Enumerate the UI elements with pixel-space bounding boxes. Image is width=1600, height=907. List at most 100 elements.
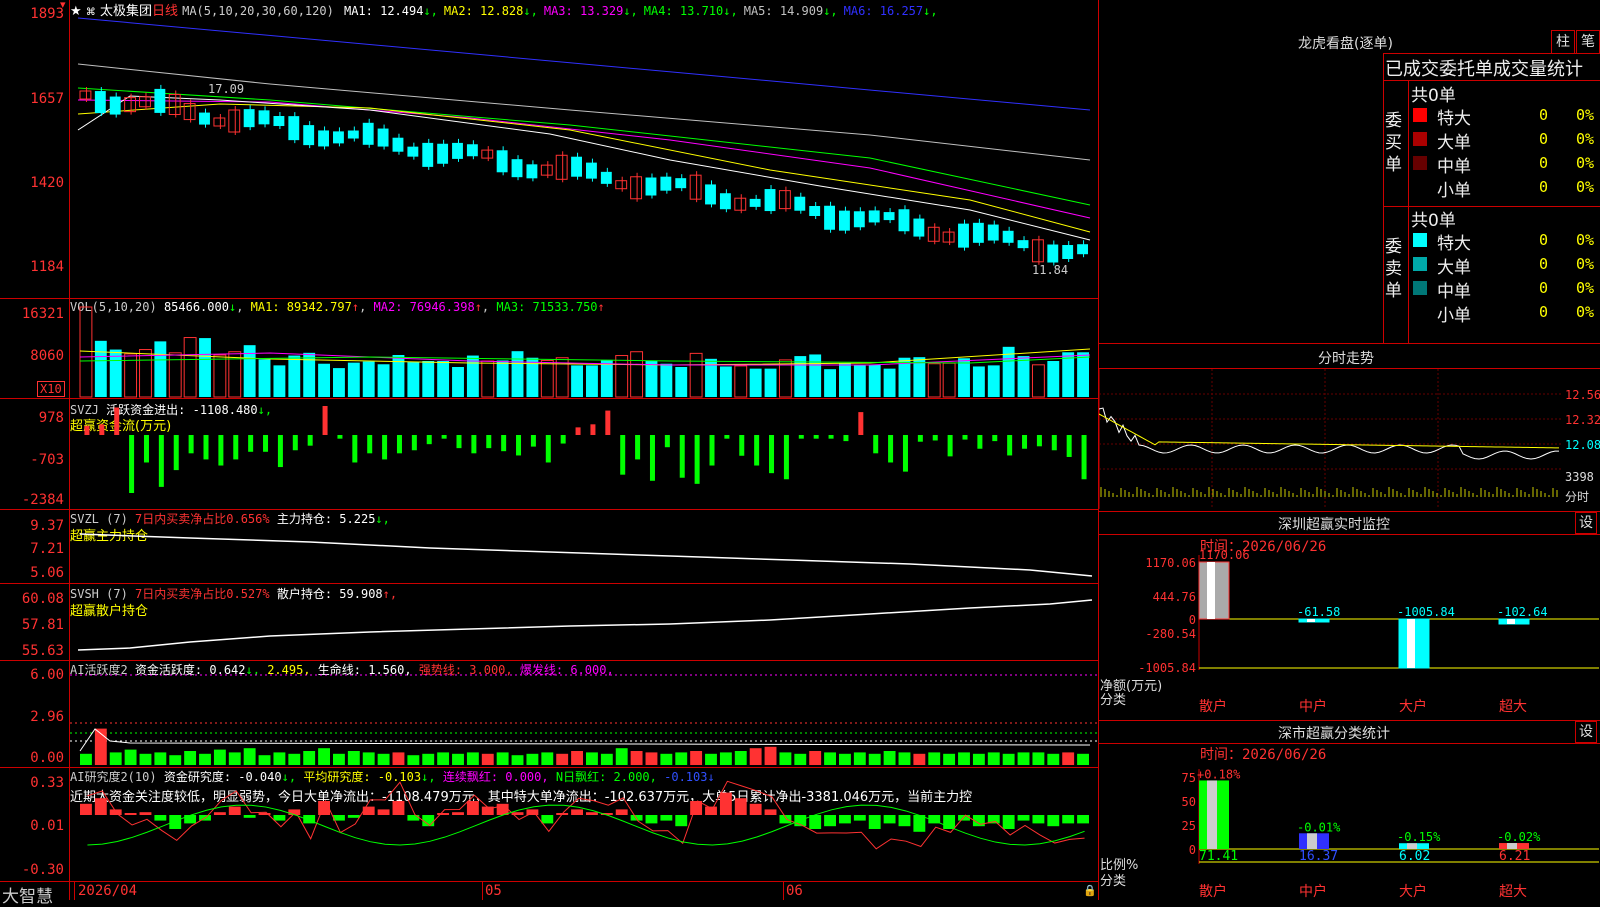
buy-orders-label: 委买单 xyxy=(1385,111,1402,175)
candle-down xyxy=(243,109,255,128)
vol-unit-badge[interactable]: X10 xyxy=(37,381,65,397)
monitor-title: 深圳超赢实时监控 xyxy=(1278,517,1390,533)
order-row: 小单 0 0% xyxy=(1411,176,1600,201)
candle-down xyxy=(913,218,925,237)
fund-flow-bar xyxy=(203,435,209,460)
candle-down xyxy=(1047,244,1059,263)
tick-mode-button[interactable]: 笔 xyxy=(1576,30,1600,54)
research-bar xyxy=(824,815,836,827)
candle-down xyxy=(660,176,672,191)
lock-icon[interactable]: 🔒 xyxy=(1083,884,1097,897)
fund-flow-bar xyxy=(754,435,760,466)
research-bar xyxy=(868,815,881,829)
research-bar xyxy=(749,803,762,815)
fund-flow-bar xyxy=(441,435,447,439)
fund-flow-bar xyxy=(471,435,477,454)
volume-bar xyxy=(452,367,464,397)
volume-bar xyxy=(362,361,375,397)
volume-bar xyxy=(318,363,330,397)
fund-flow-bar xyxy=(873,435,879,454)
main-holding-chart xyxy=(79,533,1093,577)
candle-down xyxy=(452,142,463,159)
volume-bar xyxy=(749,368,762,397)
candle-down xyxy=(94,91,106,114)
monitor-value-label: -61.58 xyxy=(1297,605,1340,619)
class-tick: 25 xyxy=(1182,819,1196,833)
order-row: 中单 0 0% xyxy=(1411,152,1600,177)
activity-bar xyxy=(526,753,539,765)
monitor-bar-highlight xyxy=(1407,619,1415,668)
activity-bar xyxy=(1032,752,1045,765)
fund-flow-bar xyxy=(99,424,105,435)
activity-bar xyxy=(184,751,197,765)
volume-chart xyxy=(79,306,1091,398)
volume-bar xyxy=(824,369,836,397)
fund-flow-bar xyxy=(1022,435,1028,449)
monitor-category: 大户 xyxy=(1399,698,1427,715)
time-label-june: 06 xyxy=(786,883,803,899)
bar-mode-button[interactable]: 柱 xyxy=(1551,30,1575,54)
candle-down xyxy=(586,162,597,179)
candle-down xyxy=(809,205,821,216)
research-bar xyxy=(1077,815,1089,824)
class-pct-label: -0.15% xyxy=(1397,830,1441,844)
fund-flow-bar xyxy=(739,435,745,456)
order-row: 大单 0 0% xyxy=(1411,128,1600,153)
intraday-price-line xyxy=(1099,407,1560,460)
volume-bar xyxy=(615,355,629,398)
activity-bar xyxy=(243,748,256,765)
fund-flow-bar xyxy=(947,435,953,457)
svsh-tick-1: 60.08 xyxy=(21,591,64,607)
order-pct: 0% xyxy=(1576,154,1595,172)
fund-flow-bar xyxy=(575,427,581,435)
fund-flow-bar xyxy=(1051,435,1057,451)
class-bar-highlight xyxy=(1207,780,1217,849)
research-bar xyxy=(630,815,643,821)
sell-total: 共0单 xyxy=(1411,211,1456,231)
volume-bar xyxy=(883,368,896,397)
activity-bar xyxy=(169,755,182,765)
activity-bar xyxy=(719,752,732,765)
order-pct: 0% xyxy=(1576,279,1595,297)
activity-bar xyxy=(318,748,330,765)
intraday-vol: 3398 xyxy=(1565,470,1594,484)
class-settings-button[interactable]: 设 xyxy=(1575,721,1597,743)
monitor-settings-button[interactable]: 设 xyxy=(1575,512,1597,534)
time-tick xyxy=(482,882,483,900)
candle-down xyxy=(154,88,166,113)
activity-bar xyxy=(1077,753,1089,765)
stats-tabs[interactable]: 已成交委托单成交量统计 xyxy=(1385,55,1600,81)
ai-activity-tick-1: 6.00 xyxy=(30,667,64,683)
volume-bar xyxy=(675,367,688,397)
vol-tick-2: 8060 xyxy=(30,348,64,364)
class-pct-label: -0.01% xyxy=(1297,820,1341,834)
volume-bar xyxy=(1062,352,1075,397)
order-pct: 0% xyxy=(1576,231,1595,249)
candle-up xyxy=(1031,239,1044,263)
volume-bar xyxy=(927,363,941,398)
activity-bar xyxy=(734,751,747,765)
activity-bar xyxy=(809,751,822,765)
volume-bar xyxy=(377,364,390,397)
candle-down xyxy=(318,130,329,147)
volume-bar xyxy=(987,365,1000,397)
monitor-tick: 0 xyxy=(1189,613,1196,627)
ma-line-4 xyxy=(77,99,1091,219)
candle-down xyxy=(1062,245,1074,260)
candle-down xyxy=(303,125,315,146)
volume-bar xyxy=(422,361,435,397)
research-bar xyxy=(80,803,92,815)
candle-up xyxy=(228,109,241,133)
activity-bar xyxy=(824,752,836,765)
candlestick-chart[interactable]: 17.09 11.84 xyxy=(70,0,1098,298)
class-tick: 50 xyxy=(1182,795,1196,809)
volume-bar xyxy=(94,340,107,397)
sell-orders-label: 委卖单 xyxy=(1385,237,1402,301)
monitor-bar-highlight xyxy=(1307,619,1315,622)
intraday-chart[interactable]: 12.56 12.32 12.08 3398 分时 xyxy=(1099,369,1600,509)
color-swatch xyxy=(1413,132,1427,146)
order-type: 小单 xyxy=(1437,181,1471,201)
candle-down xyxy=(794,196,806,211)
research-bar xyxy=(184,815,197,824)
fund-flow-bar xyxy=(292,435,298,451)
